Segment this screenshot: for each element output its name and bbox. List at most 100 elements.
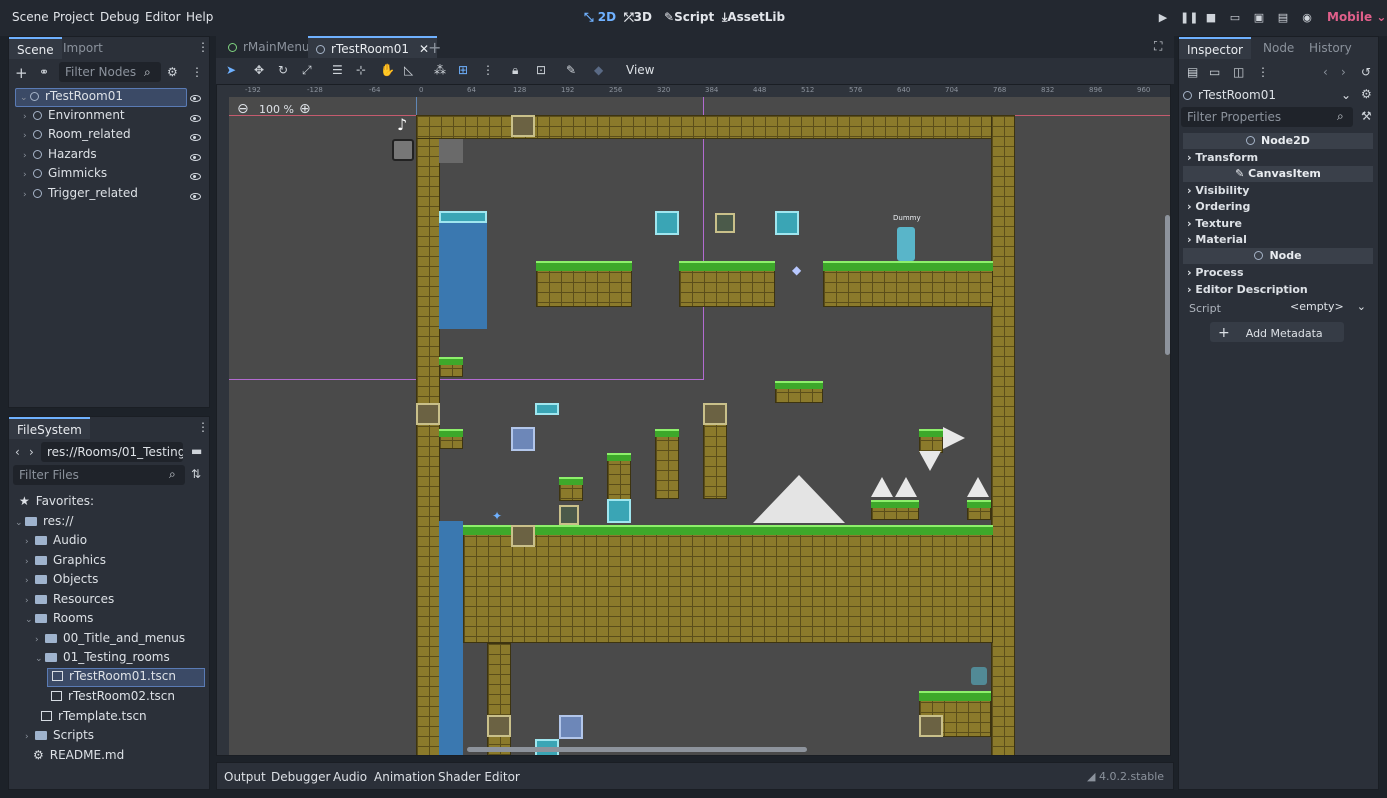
res-root-item[interactable]: ⌄ res:// — [15, 514, 73, 533]
history-icon[interactable]: ↺ — [1361, 65, 1371, 79]
property-tools-icon[interactable]: ⚒ — [1361, 109, 1372, 123]
menu-editor[interactable]: Editor — [145, 10, 181, 24]
tab-shader-editor[interactable]: Shader Editor — [438, 770, 520, 784]
folder-title-and-menus[interactable]: › 00_Title_and_menus — [35, 631, 185, 650]
lock-icon[interactable]: 🔒︎ — [512, 63, 518, 78]
stop-icon[interactable]: ■ — [1204, 11, 1218, 25]
group-visibility[interactable]: › Visibility — [1187, 184, 1249, 197]
back-icon[interactable]: ‹ — [1323, 65, 1328, 79]
favorites-item[interactable]: ★ Favorites: — [19, 494, 94, 513]
tab-scene[interactable]: Scene — [9, 37, 62, 59]
folder-scripts[interactable]: › Scripts — [25, 728, 94, 747]
remote-debug-icon[interactable]: ▭ — [1228, 11, 1242, 25]
tree-item-root[interactable]: ⌄ rTestRoom01 — [15, 88, 187, 107]
menu-debug[interactable]: Debug — [100, 10, 139, 24]
play-scene-icon[interactable]: ▣ — [1252, 11, 1266, 25]
workspace-3d-button[interactable]: ⤱3D — [624, 10, 652, 25]
file-rtestroom02[interactable]: rTestRoom02.tscn — [51, 689, 175, 708]
inspector-menu-icon[interactable]: ⋮ — [1257, 65, 1269, 79]
visibility-eye-icon[interactable] — [190, 193, 201, 200]
view-menu-button[interactable]: View — [626, 63, 654, 77]
grid-snap-icon[interactable]: ⊞ — [458, 63, 468, 77]
group-ordering[interactable]: › Ordering — [1187, 200, 1250, 213]
file-readme[interactable]: ⚙ README.md — [33, 748, 124, 767]
vertical-scrollbar[interactable] — [1165, 215, 1170, 355]
file-rtestroom01[interactable]: rTestRoom01.tscn — [47, 668, 205, 687]
menu-scene[interactable]: Scene — [12, 10, 49, 24]
menu-dots-icon[interactable]: ⋮ — [197, 420, 209, 434]
tab-animation[interactable]: Animation — [374, 770, 435, 784]
tab-import[interactable]: Import — [55, 37, 111, 59]
filter-files-input[interactable]: Filter Files — [13, 465, 185, 485]
split-view-icon[interactable]: ▬ — [191, 444, 202, 458]
tab-filesystem[interactable]: FileSystem — [9, 417, 90, 439]
add-metadata-button[interactable]: + Add Metadata — [1210, 322, 1344, 342]
group-transform[interactable]: › Transform — [1187, 151, 1258, 164]
tab-audio[interactable]: Audio — [333, 770, 367, 784]
tree-item-hazards[interactable]: › Hazards — [23, 147, 97, 166]
back-icon[interactable]: ‹ — [15, 445, 20, 459]
menu-dots-icon[interactable]: ⋮ — [197, 40, 209, 54]
workspace-assetlib-button[interactable]: ⤓AssetLib — [722, 10, 785, 25]
list-select-icon[interactable]: ☰ — [332, 63, 343, 77]
pivot-tool-icon[interactable]: ⊹ — [356, 63, 366, 77]
snap-options-icon[interactable]: ⋮ — [482, 63, 494, 77]
object-selector[interactable]: rTestRoom01 ⌄ — [1183, 85, 1353, 105]
forward-icon[interactable]: › — [1341, 65, 1346, 79]
ruler-tool-icon[interactable]: ◺ — [404, 63, 413, 77]
attach-script-icon[interactable]: ⚙ — [167, 65, 178, 79]
pan-tool-icon[interactable]: ✋ — [380, 63, 395, 77]
group-icon[interactable]: ⊡ — [536, 63, 546, 77]
play-icon[interactable]: ▶ — [1156, 11, 1170, 25]
path-field[interactable]: res://Rooms/01_Testing_ro — [41, 442, 183, 462]
save-icon[interactable]: ◫ — [1233, 65, 1244, 79]
select-tool-icon[interactable]: ➤ — [226, 63, 236, 77]
filter-properties-input[interactable]: Filter Properties — [1181, 107, 1353, 127]
tab-rmainmenu[interactable]: rMainMenu — [222, 38, 316, 58]
renderer-select[interactable]: Mobile ⌄ — [1327, 10, 1386, 24]
folder-audio[interactable]: › Audio — [25, 533, 87, 552]
tree-item-environment[interactable]: › Environment — [23, 108, 125, 127]
new-resource-icon[interactable]: ▤ — [1187, 65, 1198, 79]
canvas-viewport[interactable]: -192 -128 -64 0 64 128 192 256 320 384 4… — [216, 84, 1171, 756]
menu-project[interactable]: Project — [53, 10, 94, 24]
link-icon[interactable]: ⚭ — [39, 65, 49, 79]
visibility-eye-icon[interactable] — [190, 154, 201, 161]
folder-rooms[interactable]: ⌄ Rooms — [25, 611, 93, 630]
scene-menu-icon[interactable]: ⋮ — [191, 65, 203, 79]
file-rtemplate[interactable]: rTemplate.tscn — [41, 709, 147, 728]
script-value-field[interactable]: <empty> ⌄ — [1290, 300, 1370, 316]
tab-history[interactable]: History — [1301, 37, 1360, 59]
tab-inspector[interactable]: Inspector — [1179, 37, 1251, 59]
visibility-eye-icon[interactable] — [190, 115, 201, 122]
forward-icon[interactable]: › — [29, 445, 34, 459]
group-editor-description[interactable]: › Editor Description — [1187, 283, 1308, 296]
visibility-eye-icon[interactable] — [190, 95, 201, 102]
movie-icon[interactable]: ◉ — [1300, 11, 1314, 25]
tab-debugger[interactable]: Debugger — [271, 770, 330, 784]
tree-item-trigger-related[interactable]: › Trigger_related — [23, 186, 138, 205]
tab-node[interactable]: Node — [1255, 37, 1302, 59]
tree-item-gimmicks[interactable]: › Gimmicks — [23, 166, 107, 185]
object-tools-icon[interactable]: ⚙ — [1361, 87, 1372, 101]
menu-help[interactable]: Help — [186, 10, 213, 24]
play-custom-icon[interactable]: ▤ — [1276, 11, 1290, 25]
add-node-icon[interactable]: + — [15, 64, 28, 82]
distraction-free-icon[interactable]: ⛶ — [1154, 39, 1162, 54]
open-folder-icon[interactable]: ▭ — [1209, 65, 1220, 79]
folder-graphics[interactable]: › Graphics — [25, 553, 106, 572]
visibility-eye-icon[interactable] — [190, 134, 201, 141]
group-process[interactable]: › Process — [1187, 266, 1244, 279]
bone-icon[interactable]: ✎ — [566, 63, 576, 77]
tab-output[interactable]: Output — [224, 770, 266, 784]
pause-icon[interactable]: ❚❚ — [1180, 11, 1198, 25]
group-texture[interactable]: › Texture — [1187, 217, 1242, 230]
layer-icon[interactable]: ◆ — [594, 63, 603, 77]
rotate-tool-icon[interactable]: ↻ — [278, 63, 288, 77]
move-tool-icon[interactable]: ✥ — [254, 63, 264, 77]
sort-icon[interactable]: ⇅ — [191, 467, 201, 481]
horizontal-scrollbar[interactable] — [467, 747, 807, 752]
visibility-eye-icon[interactable] — [190, 173, 201, 180]
workspace-script-button[interactable]: ✎Script — [664, 10, 714, 24]
folder-objects[interactable]: › Objects — [25, 572, 98, 591]
